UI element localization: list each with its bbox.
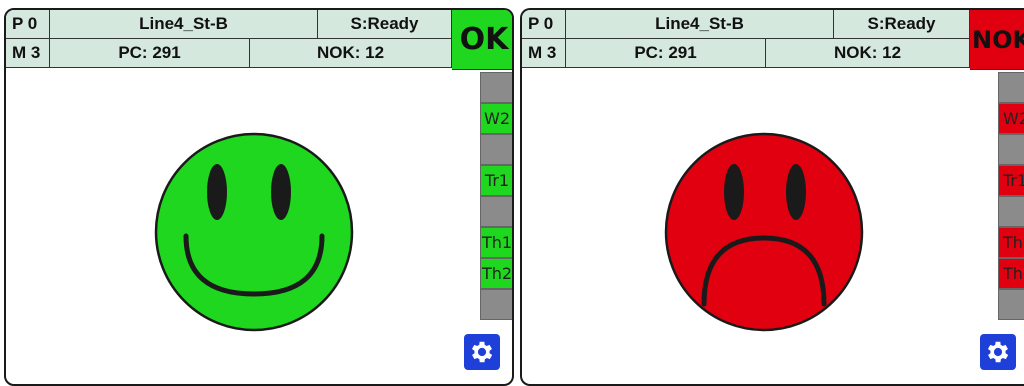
indicator-th1: Th1	[480, 227, 512, 258]
indicator-cell	[480, 72, 512, 103]
part-count: PC: 291	[50, 39, 250, 68]
smiley-icon	[154, 132, 354, 332]
indicator-th2: Th2	[480, 258, 512, 289]
indicator-cell	[998, 289, 1024, 320]
result-ok-badge: OK	[452, 10, 512, 70]
mode-label: M 3	[6, 39, 50, 68]
part-count: PC: 291	[566, 39, 766, 68]
station-name: Line4_St-B	[566, 10, 834, 39]
indicator-cell	[480, 134, 512, 165]
indicator-tr1: Tr1	[480, 165, 512, 196]
nok-count: NOK: 12	[250, 39, 452, 68]
mode-label: M 3	[522, 39, 566, 68]
indicator-cell	[998, 72, 1024, 103]
station-panel-ok: P 0 Line4_St-B S:Ready M 3 PC: 291 NOK: …	[4, 8, 514, 386]
state-label: S:Ready	[834, 10, 970, 39]
result-nok-badge: NOK	[970, 10, 1024, 70]
frown-icon	[664, 132, 864, 332]
station-panel-nok: P 0 Line4_St-B S:Ready M 3 PC: 291 NOK: …	[520, 8, 1024, 386]
indicator-cell	[480, 289, 512, 320]
program-label: P 0	[522, 10, 566, 39]
indicator-w2: W2	[480, 103, 512, 134]
station-name: Line4_St-B	[50, 10, 318, 39]
indicator-cell	[480, 196, 512, 227]
settings-button[interactable]	[464, 334, 500, 370]
nok-count: NOK: 12	[766, 39, 970, 68]
indicator-tr1: Tr1	[998, 165, 1024, 196]
settings-button[interactable]	[980, 334, 1016, 370]
program-label: P 0	[6, 10, 50, 39]
gear-icon	[471, 341, 493, 363]
indicator-th1: Th1	[998, 227, 1024, 258]
indicator-cell	[998, 134, 1024, 165]
state-label: S:Ready	[318, 10, 452, 39]
indicator-th2: Th2	[998, 258, 1024, 289]
indicator-w2: W2	[998, 103, 1024, 134]
gear-icon	[987, 341, 1009, 363]
indicator-cell	[998, 196, 1024, 227]
